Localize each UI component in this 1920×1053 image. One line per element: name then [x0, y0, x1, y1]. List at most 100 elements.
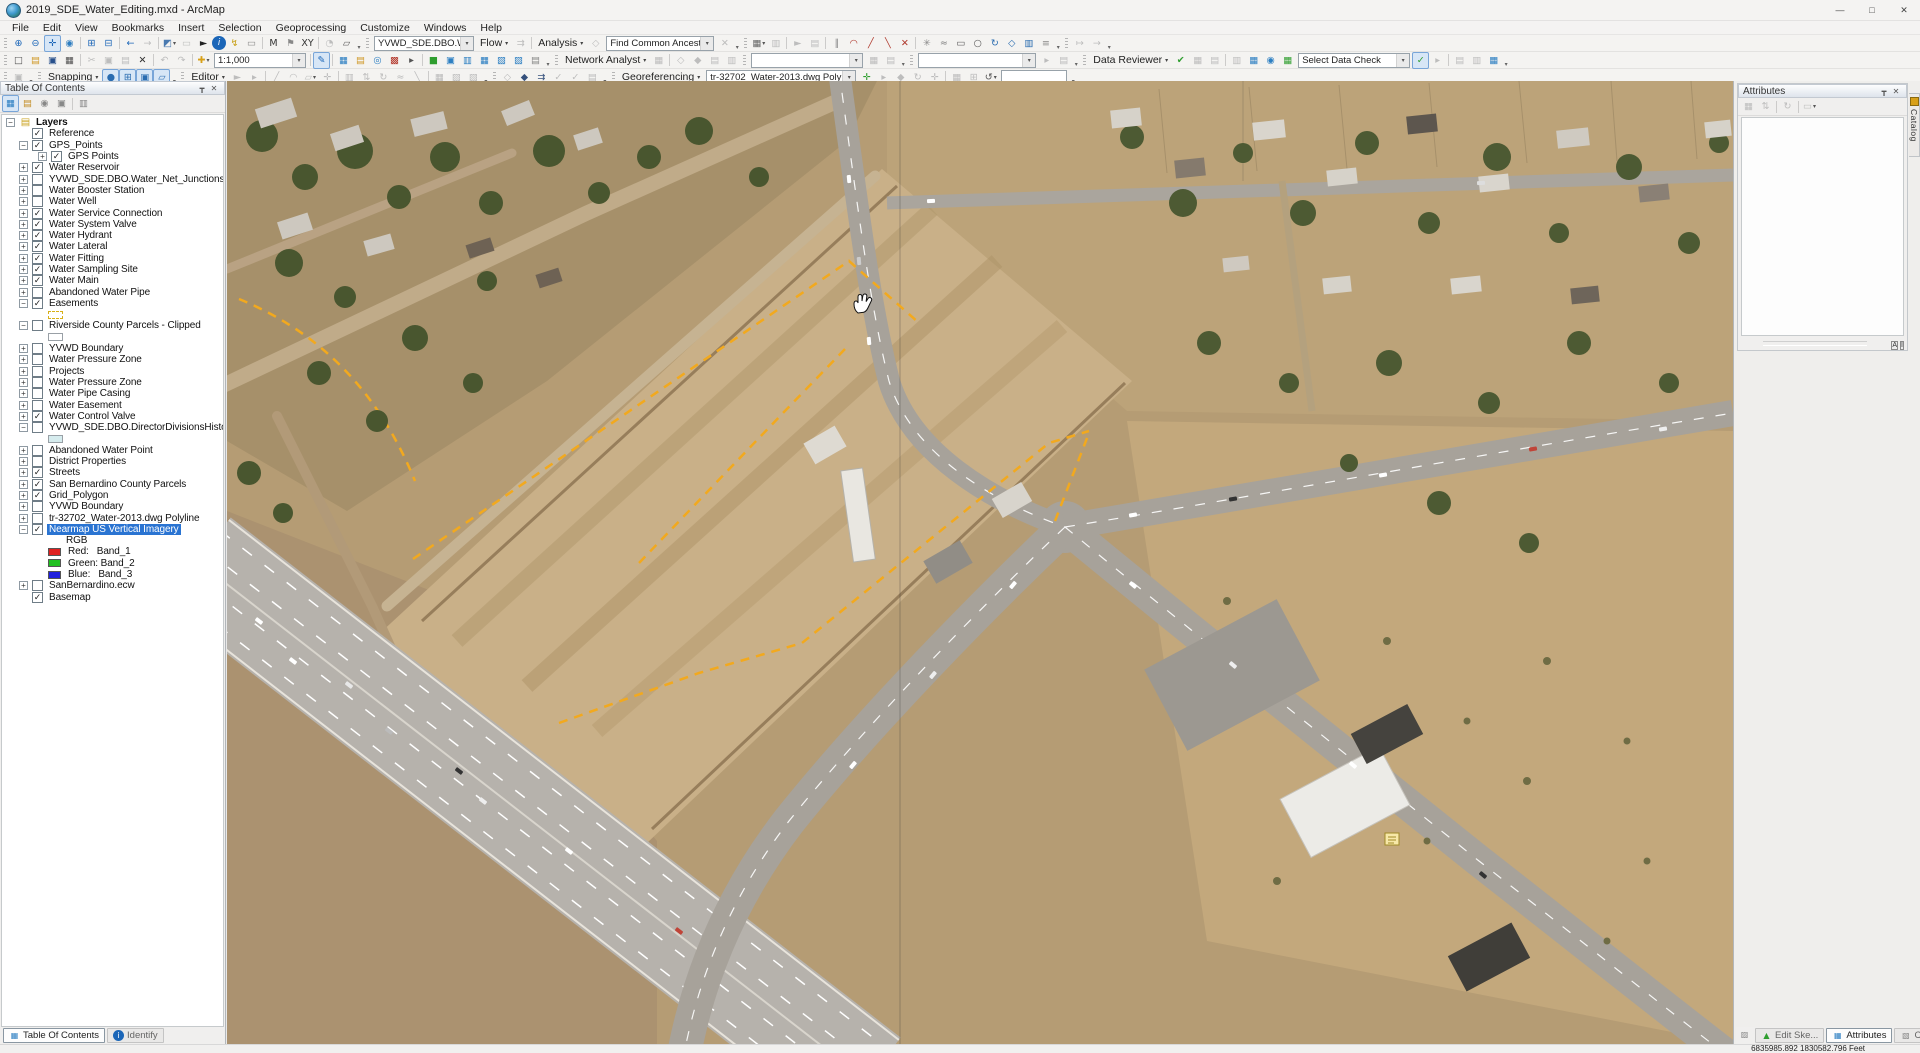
toc-layer-row[interactable]: +✓Water Reservoir — [2, 162, 223, 173]
layer-label[interactable]: District Properties — [47, 456, 128, 467]
planarize-icon[interactable]: ≡ — [1037, 35, 1054, 52]
layer-label[interactable]: Water Main — [47, 275, 101, 286]
layer-expander[interactable]: + — [19, 401, 28, 410]
select-elements-icon[interactable]: ► — [195, 35, 212, 52]
layer-label[interactable]: GPS Points — [66, 151, 121, 162]
layer-checkbox[interactable]: ✓ — [32, 490, 43, 501]
fabric-edit-icon[interactable]: ▥ — [459, 52, 476, 69]
layer-expander[interactable]: + — [19, 186, 28, 195]
attributes-content[interactable] — [1741, 117, 1904, 336]
layer-expander[interactable]: + — [19, 446, 28, 455]
smooth-icon[interactable]: ≈ — [935, 35, 952, 52]
layer-checkbox[interactable]: ✓ — [32, 162, 43, 173]
trace-task-combo[interactable]: Find Common Ancestors▾ — [606, 36, 714, 51]
layer-expander[interactable]: − — [6, 118, 15, 127]
toc-layer-row[interactable]: + District Properties — [2, 456, 223, 467]
save-icon[interactable]: ▣ — [44, 52, 61, 69]
attributes-refresh-icon[interactable]: ↻ — [1779, 98, 1796, 115]
attributes-options-icon[interactable]: ▭▾ — [1801, 98, 1818, 115]
reviewer-globe-icon[interactable]: ◉ — [1262, 52, 1279, 69]
toc-layer-row[interactable]: +✓Water Main — [2, 275, 223, 286]
layer-label[interactable]: Water Control Valve — [47, 411, 137, 422]
map-viewport[interactable] — [227, 81, 1733, 1044]
edit-vertices-icon[interactable]: ✎ — [313, 52, 330, 69]
layer-checkbox[interactable]: ✓ — [32, 128, 43, 139]
layer-expander[interactable]: + — [19, 220, 28, 229]
toc-layer-row[interactable]: +✓Water Service Connection — [2, 207, 223, 218]
pin-icon[interactable]: ┳ — [1878, 87, 1890, 96]
layer-label[interactable]: Water Hydrant — [47, 230, 114, 241]
menu-view[interactable]: View — [68, 22, 105, 34]
layer-expander[interactable]: + — [19, 276, 28, 285]
toolbar-overflow[interactable]: ▾ — [355, 36, 363, 51]
layer-label[interactable]: Easements — [47, 298, 100, 309]
toolbar-overflow[interactable]: ▾ — [1072, 53, 1080, 68]
layer-expander[interactable]: + — [19, 378, 28, 387]
fillet-icon[interactable]: ◠ — [845, 35, 862, 52]
paste-icon[interactable]: ▤ — [117, 52, 134, 69]
toc-layer-row[interactable]: Red: Band_1 — [2, 546, 223, 557]
line-intersection-icon[interactable]: ✕ — [896, 35, 913, 52]
menu-help[interactable]: Help — [473, 22, 509, 34]
layer-swatch-green[interactable] — [48, 559, 61, 567]
layer-checkbox[interactable] — [32, 366, 43, 377]
toc-layer-row[interactable]: Green: Band_2 — [2, 558, 223, 569]
layer-label[interactable]: Red: Band_1 — [66, 546, 133, 557]
toc-layer-row[interactable]: −✓Nearmap US Vertical Imagery — [2, 524, 223, 535]
redo-icon[interactable]: ↷ — [173, 52, 190, 69]
route-combo[interactable]: ▾ — [918, 53, 1036, 68]
layer-checkbox[interactable]: ✓ — [32, 219, 43, 230]
back-extent-icon[interactable]: ← — [122, 35, 139, 52]
cut-icon[interactable]: ✂ — [83, 52, 100, 69]
layer-label[interactable]: Abandoned Water Pipe — [47, 287, 152, 298]
toolbar-overflow[interactable]: ▾ — [1105, 36, 1113, 51]
zoom-in-icon[interactable]: ⊕ — [10, 35, 27, 52]
fabric-export-icon[interactable]: ▨ — [510, 52, 527, 69]
circle-tool-icon[interactable]: ○ — [969, 35, 986, 52]
reviewer-grid-icon[interactable]: ▦ — [1279, 52, 1296, 69]
menu-geoprocessing[interactable]: Geoprocessing — [269, 22, 354, 34]
toc-layer-row[interactable]: +Water Booster Station — [2, 185, 223, 196]
map-topology-icon[interactable]: ▦▾ — [750, 35, 767, 52]
validate-topology-icon[interactable]: ► — [789, 35, 806, 52]
fabric-build-icon[interactable]: ▧ — [493, 52, 510, 69]
layer-expander[interactable]: + — [38, 152, 47, 161]
toc-layer-row[interactable]: RGB — [2, 535, 223, 546]
toc-layer-row[interactable]: −✓Easements — [2, 298, 223, 309]
na-combo[interactable]: ▾ — [751, 53, 863, 68]
layer-label[interactable]: Water Service Connection — [47, 208, 164, 219]
reviewer-update-icon[interactable]: ▥ — [1468, 52, 1485, 69]
copy-parallel-icon[interactable]: ∥ — [828, 35, 845, 52]
layer-label[interactable]: Water Sampling Site — [47, 264, 140, 275]
layer-expander[interactable]: + — [19, 457, 28, 466]
close-icon[interactable]: ✕ — [208, 84, 220, 93]
pin-icon[interactable]: ┳ — [196, 84, 208, 93]
trace-setup-icon[interactable]: ◇ — [587, 35, 604, 52]
layer-label[interactable]: Water Easement — [47, 400, 124, 411]
minimize-button[interactable]: — — [1824, 0, 1856, 20]
rectangle-tool-icon[interactable]: ▭ — [952, 35, 969, 52]
menu-insert[interactable]: Insert — [171, 22, 211, 34]
zoom-out-icon[interactable]: ⊖ — [27, 35, 44, 52]
toc-layer-row[interactable]: ✓Reference — [2, 128, 223, 139]
reviewer-session-icon[interactable]: ✔ — [1172, 52, 1189, 69]
toc-layer-row[interactable]: +✓San Bernardino County Parcels — [2, 479, 223, 490]
toc-layer-row[interactable]: +✓Streets — [2, 467, 223, 478]
toc-layer-row[interactable]: +✓Water System Valve — [2, 219, 223, 230]
layer-expander[interactable]: + — [19, 265, 28, 274]
toc-layer-row[interactable]: +SanBernardino.ecw — [2, 580, 223, 591]
layer-expander[interactable]: − — [19, 299, 28, 308]
layer-checkbox[interactable]: ✓ — [32, 230, 43, 241]
pan-icon[interactable]: ✛ — [44, 35, 61, 52]
na-solve-icon[interactable]: ◆ — [689, 52, 706, 69]
split-polygons-icon[interactable]: ▥ — [1020, 35, 1037, 52]
toc-layer-row[interactable]: +Water Pipe Casing — [2, 388, 223, 399]
toc-layer-row[interactable]: +tr-32702_Water-2013.dwg Polyline — [2, 512, 223, 523]
make-route-icon[interactable]: ↦ — [1071, 35, 1088, 52]
layer-label[interactable]: RGB — [64, 535, 89, 546]
toolbar-overflow[interactable]: ▾ — [1054, 36, 1062, 51]
scale-combo[interactable]: 1:1,000▾ — [214, 53, 306, 68]
flow-display-icon[interactable]: ⇉ — [512, 35, 529, 52]
na-layout-icon[interactable]: ▤ — [882, 52, 899, 69]
toc-layer-row[interactable]: +Projects — [2, 366, 223, 377]
